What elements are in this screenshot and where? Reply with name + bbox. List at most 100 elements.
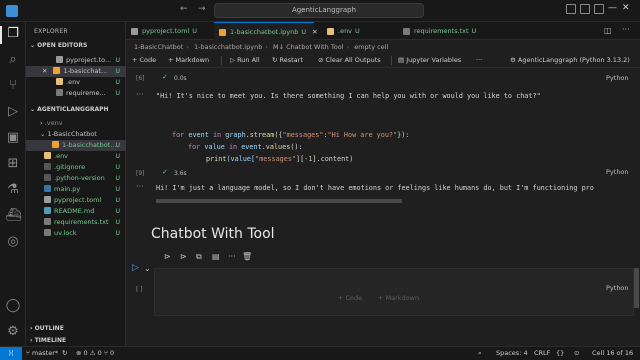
open-editor-label: requireme... <box>66 89 106 97</box>
nav-forward-icon[interactable]: → <box>198 4 206 14</box>
cell-more-icon[interactable]: ▤ <box>212 252 220 261</box>
add-code-button[interactable]: + Code <box>132 53 156 68</box>
ports-indicator[interactable]: ⑂ 0 <box>104 347 114 360</box>
tab-env[interactable]: .env U <box>322 22 382 40</box>
clear-outputs-label: Clear All Outputs <box>325 56 381 64</box>
tab-notebook[interactable]: 1-basicchatbot.ipynb U ✕ <box>214 22 318 40</box>
remote-indicator-icon[interactable]: ⟩⟨ <box>0 347 22 360</box>
eol-indicator[interactable]: CRLF <box>534 347 550 360</box>
project-folder-header[interactable]: ⌄ AGENTICLANGGRAPH <box>30 106 109 113</box>
toggle-sidebar-icon[interactable] <box>566 4 576 14</box>
gear-icon[interactable]: ⚙ <box>5 324 21 340</box>
explorer-icon[interactable]: ❐ <box>5 26 21 42</box>
branch-indicator[interactable]: ⑂ master* <box>26 347 58 360</box>
tree-item[interactable]: uv.lock U <box>26 228 126 239</box>
variables-button[interactable]: ▤ Jupyter Variables <box>398 53 461 68</box>
output-more-icon[interactable]: ··· <box>136 182 144 191</box>
tree-item[interactable]: pyproject.toml U <box>26 195 126 206</box>
tree-item[interactable]: .env U <box>26 151 126 162</box>
close-icon[interactable]: ✕ <box>622 3 630 13</box>
split-cell-icon[interactable]: ⧉ <box>196 252 202 262</box>
command-center-search[interactable]: ⌕ AgenticLanggraph <box>214 3 424 18</box>
breadcrumb-item[interactable]: empty cell <box>354 43 388 51</box>
source-control-icon[interactable]: ⑂ <box>5 78 21 94</box>
tree-item[interactable]: .gitignore U <box>26 162 126 173</box>
jupyter-icon[interactable]: ◎ <box>5 234 21 250</box>
run-debug-icon[interactable]: ▷ <box>5 104 21 120</box>
remote-explorer-icon[interactable]: ▣ <box>5 130 21 146</box>
tree-item[interactable]: .python-version U <box>26 173 126 184</box>
execute-below-icon[interactable]: ⊳ <box>180 252 187 261</box>
open-editors-label: OPEN EDITORS <box>37 42 88 49</box>
code-line[interactable]: for value in event.values(): <box>188 143 303 151</box>
breadcrumb-item[interactable]: 1-basicchatbot.ipynb <box>194 43 262 51</box>
kernel-picker[interactable]: ⚙ AgenticLanggraph (Python 3.13.2) <box>510 53 630 68</box>
open-editors-header[interactable]: ⌄ OPEN EDITORS <box>30 42 87 49</box>
tree-item[interactable]: requirements.txt U <box>26 217 126 228</box>
cell-language[interactable]: Python <box>606 284 629 292</box>
open-editor-item[interactable]: pyproject.to... U <box>26 55 126 66</box>
toggle-panel-icon[interactable] <box>580 4 590 14</box>
run-all-button[interactable]: ▷ Run All <box>230 53 260 68</box>
testing-icon[interactable]: ⚗ <box>5 182 21 198</box>
cell-language[interactable]: Python <box>606 168 629 176</box>
close-tab-icon[interactable]: ✕ <box>312 28 317 36</box>
tab-label: pyproject.toml <box>142 27 190 35</box>
kernel-icon: ⚙ <box>510 56 518 64</box>
more-actions-button[interactable]: ··· <box>476 53 482 68</box>
output-more-icon[interactable]: ··· <box>136 90 144 99</box>
variables-label: Jupyter Variables <box>406 56 462 64</box>
nav-back-icon[interactable]: ← <box>180 4 188 14</box>
clear-outputs-button[interactable]: ⊘ Clear All Outputs <box>318 53 381 68</box>
notebook-braces-icon[interactable]: {} <box>556 347 564 360</box>
output-horizontal-scrollbar[interactable] <box>156 199 402 203</box>
tree-item[interactable]: ⌄ 1-BasicChatbot <box>26 129 126 140</box>
add-code-below-button[interactable]: + Code <box>338 294 362 302</box>
close-editor-icon[interactable]: ✕ <box>26 67 47 75</box>
zoom-icon[interactable]: ⌕ <box>478 347 482 360</box>
tab-pyproject[interactable]: pyproject.toml U <box>126 22 212 40</box>
delete-cell-icon[interactable]: 🗑 <box>242 252 252 261</box>
markdown-heading[interactable]: Chatbot With Tool <box>151 226 275 242</box>
sync-icon[interactable]: ↻ <box>62 347 67 360</box>
add-markdown-button[interactable]: + Markdown <box>168 53 209 68</box>
run-cell-icon[interactable]: ▷ <box>132 263 139 273</box>
open-editor-item[interactable]: ✕ 1-basicchat... U <box>26 66 126 77</box>
add-markdown-below-button[interactable]: + Markdown <box>378 294 419 302</box>
toolbar-divider <box>221 56 222 65</box>
open-editor-item[interactable]: .env U <box>26 77 126 88</box>
problems-indicator[interactable]: ⊗ 0 ⚠ 0 <box>76 347 102 360</box>
bell-icon[interactable]: ⊙ <box>574 347 579 360</box>
breadcrumb-item[interactable]: M↓ Chatbot With Tool <box>273 43 343 51</box>
outline-header[interactable]: › OUTLINE <box>30 325 64 332</box>
kernel-label: AgenticLanggraph (Python 3.13.2) <box>517 56 630 64</box>
timeline-header[interactable]: › TIMELINE <box>30 337 66 344</box>
cell-position-indicator[interactable]: Cell 16 of 16 <box>592 347 633 360</box>
account-icon[interactable]: ◯ <box>5 298 21 314</box>
extensions-icon[interactable]: ⊞ <box>5 156 21 172</box>
indentation-indicator[interactable]: Spaces: 4 <box>496 347 528 360</box>
more-actions-icon[interactable]: ··· <box>622 25 630 34</box>
tree-item[interactable]: 1-basicchatbot.... U <box>26 140 126 151</box>
run-options-chevron-icon[interactable]: ⌄ <box>144 264 151 273</box>
tree-item[interactable]: › .venv <box>26 118 126 129</box>
cell-language[interactable]: Python <box>606 74 629 82</box>
breadcrumb: 1-BasicChatbot › 1-basicchatbot.ipynb › M↓… <box>134 43 389 51</box>
docker-icon[interactable]: ⛴ <box>5 208 22 224</box>
tree-item[interactable]: main.py U <box>26 184 126 195</box>
code-line[interactable]: print(value["messages"][-1].content) <box>206 155 353 163</box>
tab-requirements[interactable]: requirements.txt U <box>398 22 498 40</box>
cell-more-actions-icon[interactable]: ··· <box>228 252 236 261</box>
execute-above-icon[interactable]: ⊳ <box>164 252 171 261</box>
open-editor-item[interactable]: requireme... U <box>26 88 126 99</box>
tree-item[interactable]: README.md U <box>26 206 126 217</box>
breadcrumb-item[interactable]: 1-BasicChatbot <box>134 43 183 51</box>
code-line[interactable]: for event in graph.stream({"messages":"H… <box>172 131 409 139</box>
search-icon[interactable]: ⌕ <box>5 52 21 68</box>
restart-button[interactable]: ↻ Restart <box>272 53 303 68</box>
minimize-icon[interactable]: — <box>608 3 617 13</box>
split-editor-icon[interactable]: ◫ <box>604 26 612 35</box>
empty-code-cell[interactable] <box>154 268 634 316</box>
toggle-secondary-sidebar-icon[interactable] <box>594 4 604 14</box>
notebook-scrollbar[interactable] <box>634 268 639 308</box>
